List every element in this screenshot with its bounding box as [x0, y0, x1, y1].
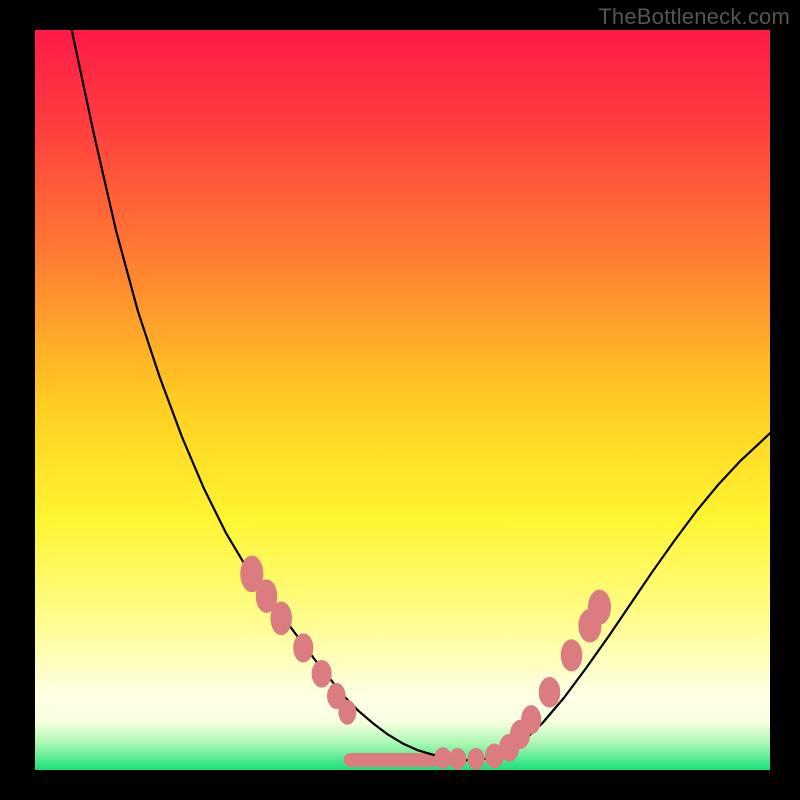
watermark-label: TheBottleneck.com	[598, 4, 790, 30]
curve-marker	[312, 660, 331, 687]
curve-marker	[588, 590, 610, 624]
curve-marker	[271, 602, 292, 635]
curve-marker	[294, 634, 313, 662]
curve-marker	[435, 748, 451, 769]
curve-marker	[539, 678, 560, 708]
chart-frame: TheBottleneck.com	[0, 0, 800, 800]
plot-area	[35, 30, 770, 770]
curve-marker	[468, 749, 484, 770]
data-point-markers	[35, 30, 770, 770]
curve-marker	[339, 700, 356, 724]
curve-marker	[522, 706, 541, 734]
curve-marker	[450, 749, 466, 770]
curve-marker	[561, 640, 582, 671]
